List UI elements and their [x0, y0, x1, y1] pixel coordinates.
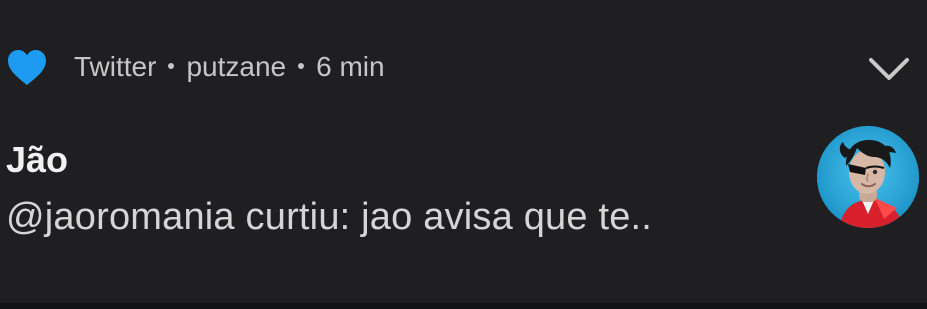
- expand-button[interactable]: [864, 50, 914, 88]
- app-name: Twitter: [74, 51, 157, 82]
- notification-header: Twitter putzane 6 min: [0, 38, 927, 98]
- heart-icon: [5, 48, 49, 88]
- chevron-down-icon: [869, 58, 909, 80]
- notification-message: @jaoromania curtiu: jao avisa que te..: [6, 196, 653, 238]
- bottom-divider: [0, 303, 927, 309]
- account-name: putzane: [186, 51, 287, 82]
- notification-time: 6 min: [316, 51, 385, 82]
- profile-avatar-icon: [817, 126, 919, 228]
- notification-card[interactable]: Twitter putzane 6 min Jão @jaoromania cu…: [0, 0, 927, 303]
- notification-title: Jão: [6, 139, 69, 180]
- notification-meta: Twitter putzane 6 min: [74, 51, 385, 83]
- separator-dot-icon: [298, 63, 305, 69]
- separator-dot-icon: [168, 63, 175, 69]
- avatar: [817, 126, 919, 228]
